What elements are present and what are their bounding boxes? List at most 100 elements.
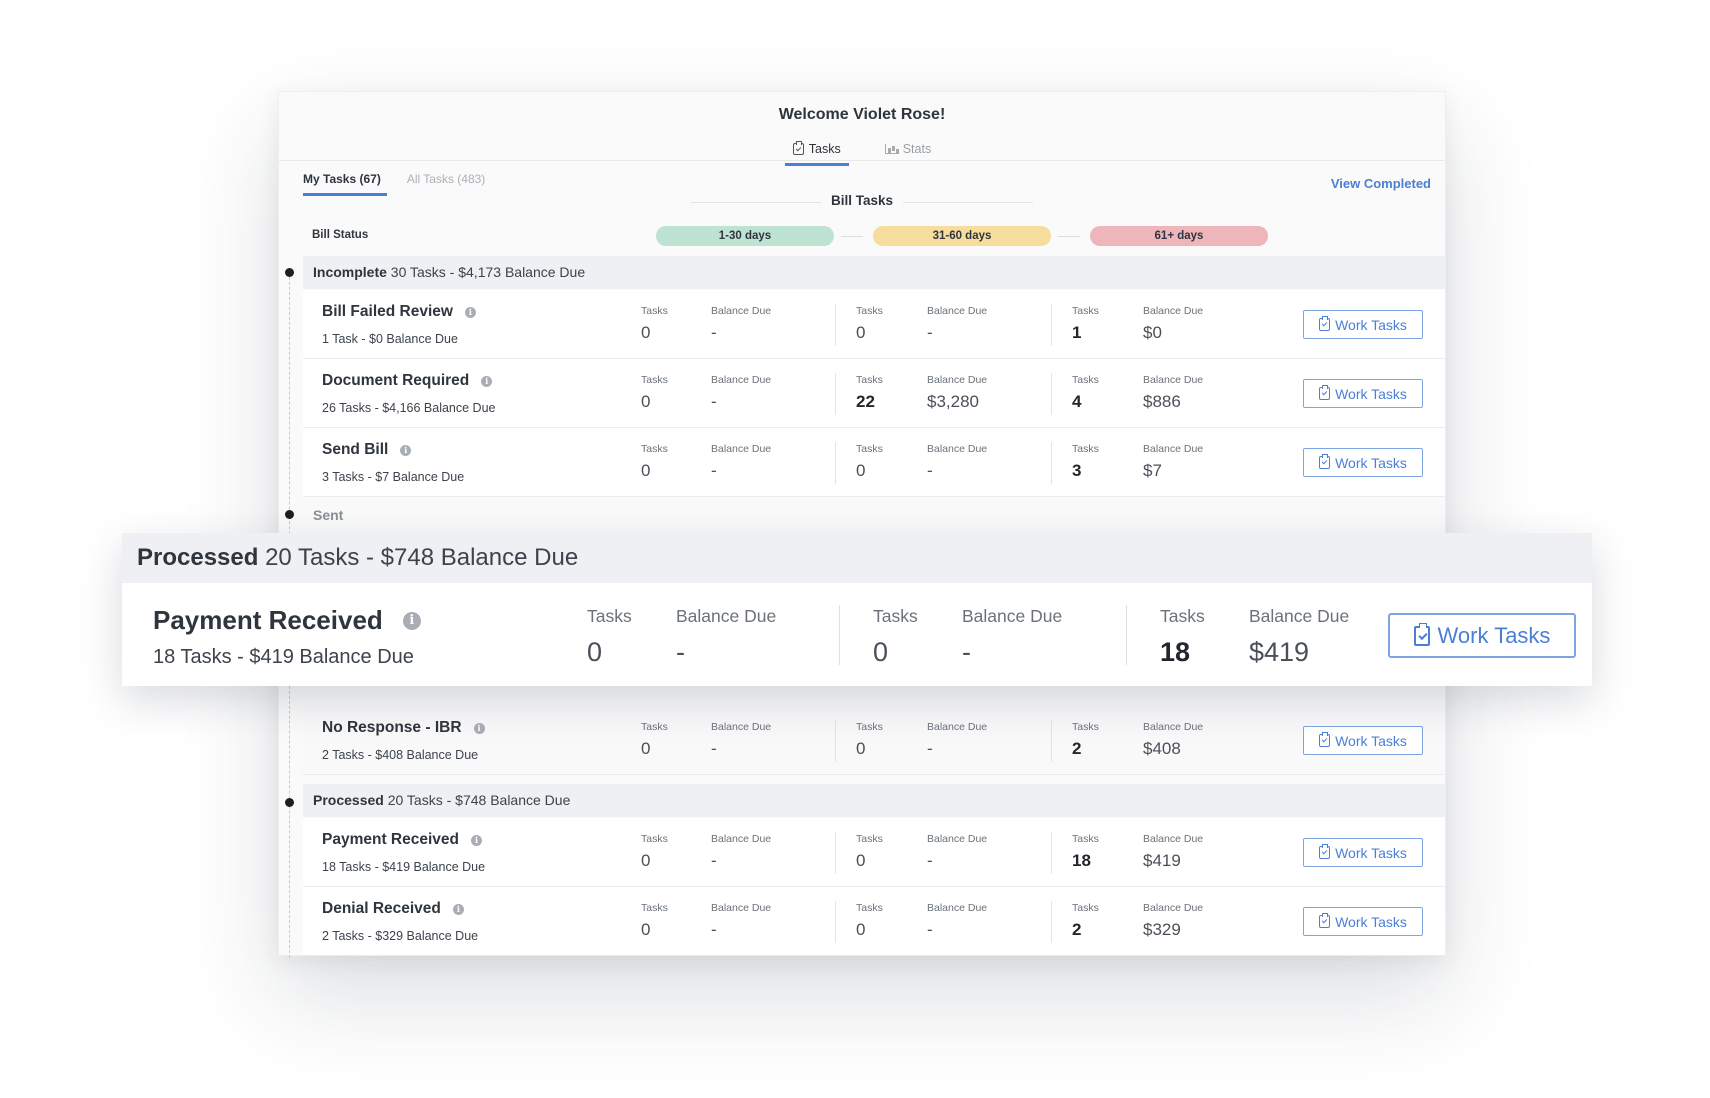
info-icon[interactable]: i [471,834,482,846]
work-tasks-label: Work Tasks [1335,732,1407,749]
column-divider [835,832,836,874]
tasks-cell: Tasks 0 [873,606,918,668]
clipboard-check-icon [1319,913,1331,928]
tasks-value: 3 [1072,461,1082,480]
tasks-label: Tasks [641,443,668,455]
zoom-group-header: Processed 20 Tasks - $748 Balance Due [122,533,1592,583]
tasks-label: Tasks [641,305,668,317]
work-tasks-button[interactable]: Work Tasks [1303,726,1423,755]
balance-value: $329 [1143,920,1181,939]
task-name-text: Payment Received [322,831,459,848]
tasks-cell: Tasks 18 [1160,606,1205,668]
tasks-value: 1 [1072,323,1082,342]
tasks-label: Tasks [1072,443,1099,455]
task-name-text: Denial Received [322,900,441,917]
balance-label: Balance Due [927,374,988,386]
task-name: Payment Received i [322,831,482,849]
tasks-label: Tasks [1072,374,1099,386]
tasks-label: Tasks [856,721,883,733]
balance-cell: Balance Due - [711,374,771,412]
balance-label: Balance Due [927,721,988,733]
tasks-label: Tasks [1072,833,1099,845]
task-name: No Response - IBR i [322,719,485,737]
balance-label: Balance Due [1143,305,1204,317]
balance-value: $419 [1143,851,1181,870]
balance-cell: Balance Due - [711,305,771,343]
work-tasks-button[interactable]: Work Tasks [1388,613,1576,658]
divider [279,160,1445,161]
work-tasks-label: Work Tasks [1335,454,1407,471]
balance-cell: Balance Due $419 [1143,833,1203,871]
column-divider [1051,901,1052,943]
work-tasks-button[interactable]: Work Tasks [1303,838,1423,867]
info-icon[interactable]: i [452,903,464,915]
work-tasks-button[interactable]: Work Tasks [1303,310,1423,339]
range-1-30-pill: 1-30 days [656,226,834,246]
group-name: Incomplete [313,264,387,280]
work-tasks-label: Work Tasks [1437,622,1551,648]
balance-label: Balance Due [1249,606,1350,626]
info-icon[interactable]: i [464,306,476,318]
info-icon[interactable]: i [402,611,421,630]
tasks-cell: Tasks 0 [856,721,883,759]
tasks-label: Tasks [641,374,668,386]
tab-all-tasks[interactable]: All Tasks (483) [407,170,485,194]
tasks-value: 0 [856,851,866,870]
balance-label: Balance Due [927,902,988,914]
info-icon[interactable]: i [481,375,493,387]
balance-label: Balance Due [711,374,772,386]
group-sent: Sent [303,499,1445,532]
group-name: Sent [313,507,344,523]
tab-tasks[interactable]: Tasks [784,136,849,166]
pill-connector [841,236,863,237]
balance-label: Balance Due [711,721,772,733]
task-name-text: No Response - IBR [322,719,462,736]
task-summary: 2 Tasks - $329 Balance Due [322,929,479,943]
info-icon[interactable]: i [473,722,485,734]
tasks-label: Tasks [587,606,632,626]
balance-value: - [711,461,717,480]
tasks-label: Tasks [1160,606,1205,626]
balance-label: Balance Due [927,305,988,317]
balance-value: $3,280 [927,392,979,411]
tasks-value: 0 [873,637,889,667]
balance-label: Balance Due [1143,721,1204,733]
group-name: Processed [313,792,384,808]
balance-value: - [927,920,933,939]
clipboard-check-icon [1319,732,1331,747]
task-summary: 2 Tasks - $408 Balance Due [322,748,479,762]
balance-cell: Balance Due - [927,443,987,481]
range-31-60-pill: 31-60 days [873,226,1051,246]
tasks-label: Tasks [856,902,883,914]
tasks-label: Tasks [641,721,668,733]
column-divider [835,373,836,415]
work-tasks-button[interactable]: Work Tasks [1303,448,1423,477]
column-divider [835,901,836,943]
balance-cell: Balance Due $3,280 [927,374,987,412]
work-tasks-button[interactable]: Work Tasks [1303,907,1423,936]
tab-stats[interactable]: Stats [877,136,940,162]
section-title-text: Bill Tasks [820,193,904,208]
work-tasks-label: Work Tasks [1335,844,1407,861]
column-divider [839,605,840,665]
balance-label: Balance Due [711,833,772,845]
tasks-label: Tasks [1072,902,1099,914]
tasks-value: 0 [856,461,866,480]
bill-tasks-card: Welcome Violet Rose! Tasks Stats My Task… [278,91,1446,958]
work-tasks-button[interactable]: Work Tasks [1303,379,1423,408]
tasks-label: Tasks [856,833,883,845]
tasks-value: 0 [856,739,866,758]
group-incomplete: Incomplete 30 Tasks - $4,173 Balance Due [303,256,1445,289]
balance-label: Balance Due [711,443,772,455]
view-completed-link[interactable]: View Completed [1331,176,1431,191]
task-name-text: Bill Failed Review [322,303,453,320]
zoomed-row-callout: Processed 20 Tasks - $748 Balance Due Pa… [122,533,1592,686]
balance-value: - [927,323,933,342]
balance-cell: Balance Due $0 [1143,305,1203,343]
task-row: Bill Failed Review i 1 Task - $0 Balance … [303,290,1445,359]
info-icon[interactable]: i [400,444,412,456]
tasks-cell: Tasks 18 [1072,833,1099,871]
clipboard-check-icon [1319,385,1331,400]
task-filter-tabs: My Tasks (67) All Tasks (483) [303,170,485,196]
tab-my-tasks[interactable]: My Tasks (67) [303,170,387,196]
